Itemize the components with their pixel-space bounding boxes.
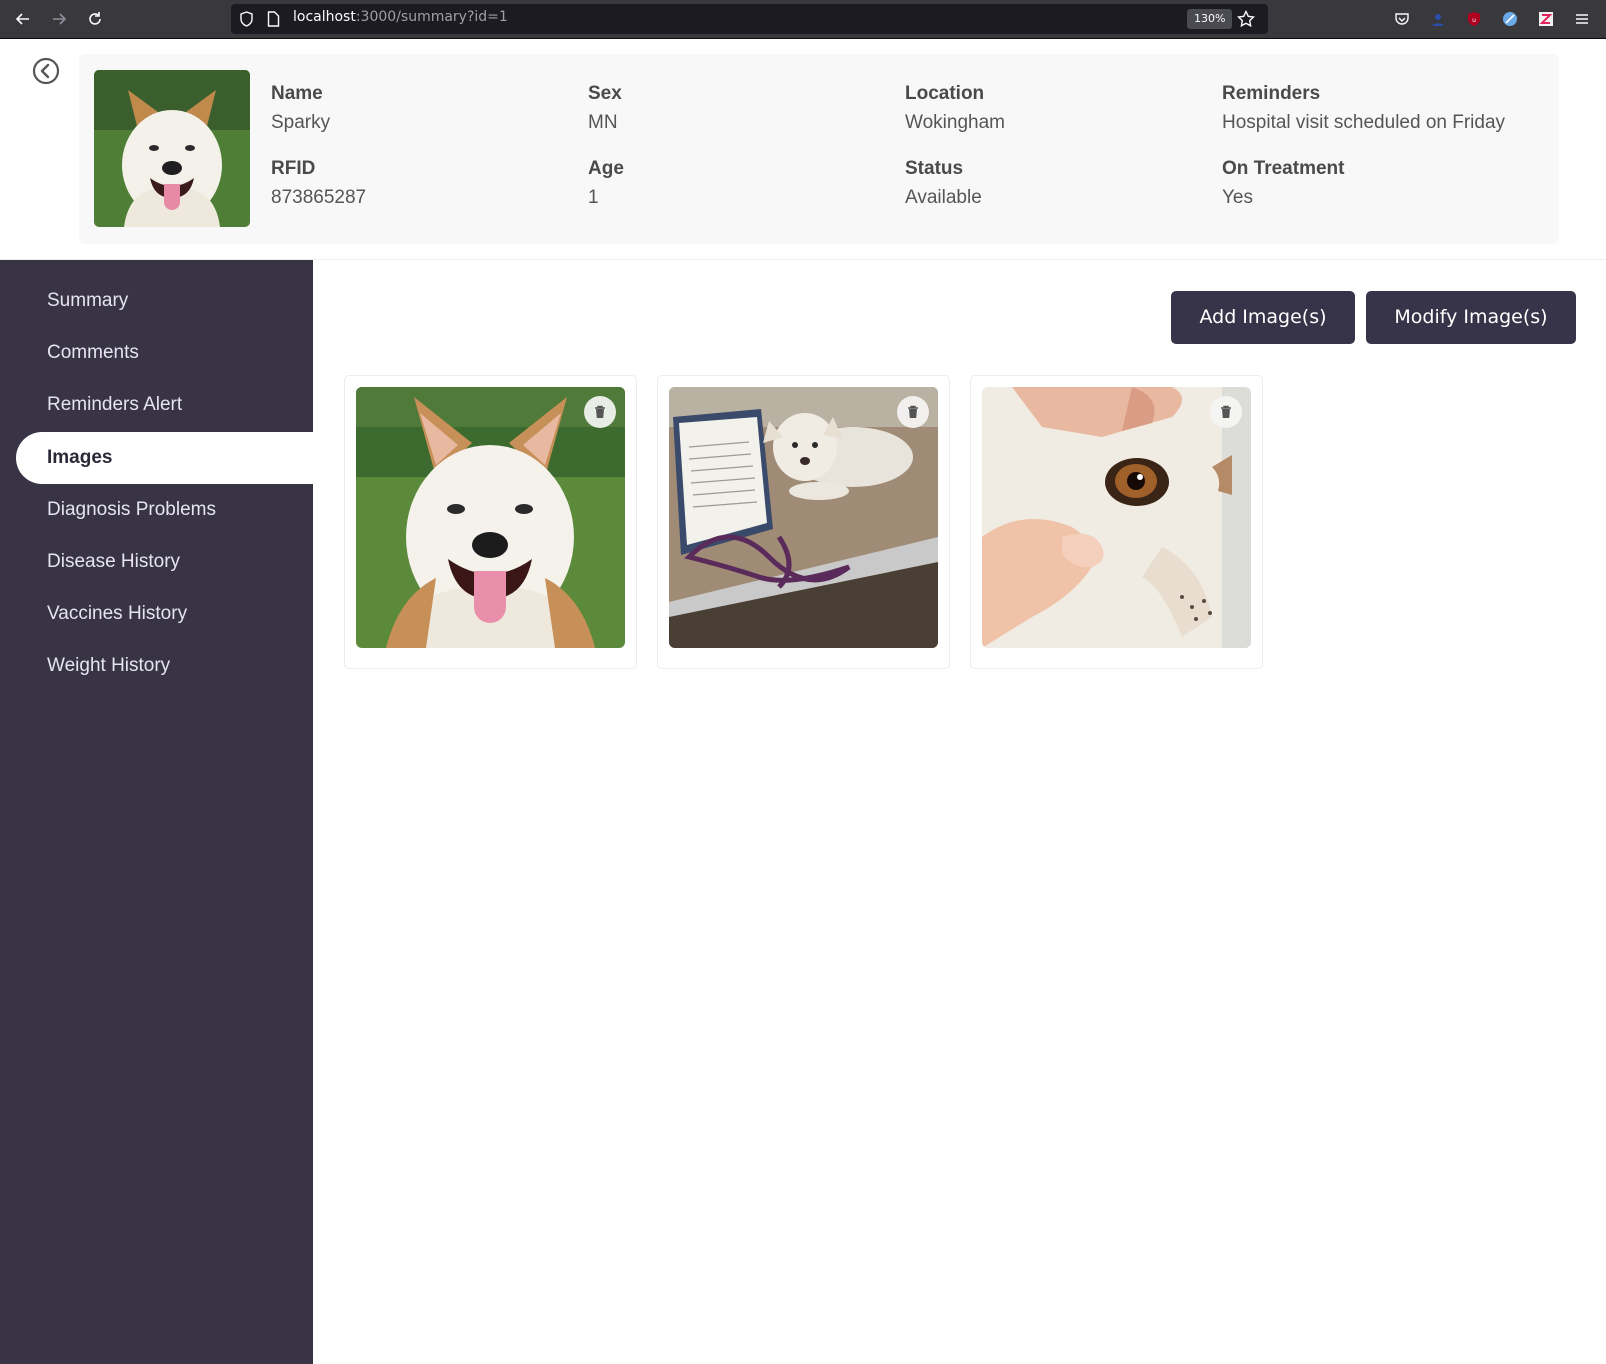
field-label: Age <box>588 158 624 179</box>
puppy-on-mat-photo-icon <box>669 387 938 648</box>
field-label: Sex <box>588 83 622 104</box>
field-label: Reminders <box>1222 83 1321 104</box>
field-value: Yes <box>1222 187 1253 208</box>
shield-icon[interactable] <box>239 11 254 31</box>
pet-info-grid: Name Sparky Sex MN Location Wokingham Re… <box>271 82 1551 222</box>
field-value: 873865287 <box>271 187 367 208</box>
bookmark-star-icon[interactable] <box>1236 9 1256 32</box>
page-icon <box>267 11 280 31</box>
pocket-icon[interactable] <box>1392 9 1412 29</box>
smiling-dog-photo-icon <box>94 70 250 227</box>
smiling-dog-photo-icon <box>356 387 625 648</box>
image-card[interactable] <box>657 375 950 669</box>
field-label: On Treatment <box>1222 158 1345 179</box>
back-arrow-icon[interactable] <box>12 8 34 30</box>
field-value: 1 <box>588 187 599 208</box>
field-age: Age 1 <box>588 157 624 210</box>
add-images-button[interactable]: Add Image(s) <box>1171 291 1355 344</box>
reload-icon[interactable] <box>84 8 106 30</box>
forward-arrow-icon[interactable] <box>48 8 70 30</box>
image-thumbnail[interactable] <box>982 387 1251 648</box>
field-value: Available <box>905 187 982 208</box>
field-on-treatment: On Treatment Yes <box>1222 157 1344 210</box>
browser-toolbar: localhost:3000/summary?id=1 130% u <box>0 0 1606 39</box>
extension-z-icon[interactable] <box>1536 9 1556 29</box>
menu-hamburger-icon[interactable] <box>1572 9 1592 29</box>
trash-icon[interactable] <box>897 396 929 428</box>
field-label: Name <box>271 83 323 104</box>
field-location: Location Wokingham <box>905 82 1005 135</box>
sidebar-item-disease-history[interactable]: Disease History <box>16 536 313 588</box>
field-value: Wokingham <box>905 112 1005 133</box>
field-sex: Sex MN <box>588 82 622 135</box>
image-card[interactable] <box>344 375 637 669</box>
extension-globe-icon[interactable] <box>1500 9 1520 29</box>
sidebar-item-reminders-alert[interactable]: Reminders Alert <box>16 379 313 431</box>
field-value: Sparky <box>271 112 331 133</box>
url-text: localhost:3000/summary?id=1 <box>293 9 508 25</box>
svg-text:u: u <box>1472 17 1476 24</box>
trash-icon[interactable] <box>1210 396 1242 428</box>
pet-summary-card: Name Sparky Sex MN Location Wokingham Re… <box>79 54 1559 244</box>
image-thumbnail[interactable] <box>669 387 938 648</box>
field-rfid: RFID 873865287 <box>271 157 366 210</box>
ublock-icon[interactable]: u <box>1464 9 1484 29</box>
sidebar-item-weight-history[interactable]: Weight History <box>16 640 313 692</box>
modify-images-button[interactable]: Modify Image(s) <box>1366 291 1576 344</box>
image-thumbnail[interactable] <box>356 387 625 648</box>
address-bar[interactable]: localhost:3000/summary?id=1 130% <box>231 4 1268 34</box>
field-reminders: Reminders Hospital visit scheduled on Fr… <box>1222 82 1505 135</box>
sidebar-item-vaccines-history[interactable]: Vaccines History <box>16 588 313 640</box>
trash-icon[interactable] <box>584 396 616 428</box>
field-label: RFID <box>271 158 316 179</box>
account-icon[interactable] <box>1428 9 1448 29</box>
field-label: Status <box>905 158 964 179</box>
sidebar-item-comments[interactable]: Comments <box>16 327 313 379</box>
field-status: Status Available <box>905 157 982 210</box>
image-card[interactable] <box>970 375 1263 669</box>
field-name: Name Sparky <box>271 82 330 135</box>
sidebar-item-summary[interactable]: Summary <box>16 275 313 327</box>
field-value: MN <box>588 112 618 133</box>
sidebar-item-diagnosis-problems[interactable]: Diagnosis Problems <box>16 484 313 536</box>
field-label: Location <box>905 83 985 104</box>
sidebar-item-images[interactable]: Images <box>16 432 313 484</box>
sidebar: Summary Comments Reminders Alert Images … <box>0 260 313 1364</box>
zoom-level-badge[interactable]: 130% <box>1187 9 1233 29</box>
pet-avatar <box>94 70 250 227</box>
field-value: Hospital visit scheduled on Friday <box>1222 112 1506 133</box>
dog-eye-closeup-photo-icon <box>982 387 1251 648</box>
back-circle-icon[interactable] <box>32 57 60 85</box>
